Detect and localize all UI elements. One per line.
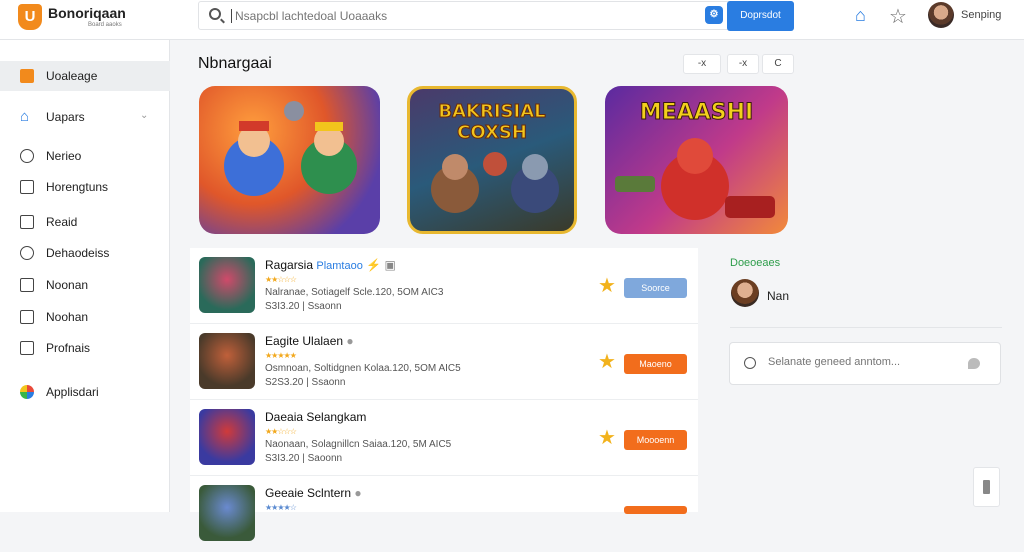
banner-art — [431, 152, 559, 213]
search-input[interactable] — [235, 8, 655, 24]
sidebar-item-7[interactable]: Noohan — [0, 302, 170, 332]
sidebar-item-label: Dehaodeiss — [46, 246, 110, 260]
app-meta-secondary: S3I3.20 | Ssaonn — [265, 301, 342, 312]
refresh-button[interactable]: C — [762, 54, 794, 74]
scroll-widget[interactable] — [973, 467, 1000, 507]
comment-box — [729, 342, 1001, 385]
featured-banner-1[interactable] — [199, 86, 380, 234]
list-item[interactable]: Ragarsia Plamtaoo ⚡ ▣ ★★☆☆☆ Nalranae, So… — [190, 248, 698, 324]
sidebar-item-2[interactable]: Nerieo — [0, 141, 170, 171]
sidebar-item-label: Uoaleage — [46, 69, 98, 83]
brand-subtitle: Board aaoks — [88, 22, 122, 28]
favorite-star-icon[interactable]: ★ — [598, 428, 616, 448]
section-title: Doeoeaes — [730, 257, 781, 269]
app-title: Eagite Ulalaen ● — [265, 334, 354, 348]
rating-stars: ★★☆☆☆ — [265, 275, 297, 284]
app-title: Geeaie Sclntern ● — [265, 486, 362, 500]
app-logo[interactable]: U — [18, 4, 42, 30]
sidebar-item-label: Profnais — [46, 341, 91, 355]
divider — [730, 327, 1002, 328]
filter-icon[interactable]: ⚙ — [705, 6, 723, 24]
app-thumbnail — [199, 257, 255, 313]
globe-icon — [20, 385, 34, 399]
rating-stars: ★★★★★ — [265, 351, 297, 360]
list-item[interactable]: Eagite Ulalaen ● ★★★★★ Osmnoan, Soltidgn… — [190, 324, 698, 400]
comment-input[interactable] — [768, 356, 958, 368]
app-thumbnail — [199, 409, 255, 465]
sidebar-item-label: Reaid — [46, 215, 78, 229]
install-button[interactable]: Soorce — [624, 278, 687, 298]
user-name[interactable]: Senping — [961, 9, 1001, 21]
home-icon[interactable]: ⌂ — [855, 6, 875, 24]
sidebar-item-8[interactable]: Profnais — [0, 333, 170, 363]
avatar[interactable] — [928, 2, 954, 28]
banner-art — [615, 138, 775, 220]
brand-name: Bonoriqaan — [48, 5, 126, 21]
app-meta-secondary: S3I3.20 | Saoonn — [265, 453, 343, 464]
app-title: Daeaia Selangkam — [265, 410, 367, 424]
search-bar: ⚙ Doprsdot — [198, 1, 794, 31]
sidebar-item-label: Noohan — [46, 310, 89, 324]
control-button-1[interactable]: -x — [683, 54, 721, 74]
app-title: Ragarsia Plamtaoo ⚡ ▣ — [265, 258, 396, 272]
search-icon — [209, 8, 221, 20]
rating-stars: ★★☆☆☆ — [265, 427, 297, 436]
user-name: Nan — [767, 289, 790, 303]
list-icon — [20, 310, 34, 324]
app-thumbnail — [199, 333, 255, 389]
rating-stars: ★★★★☆ — [265, 503, 297, 512]
avatar[interactable] — [731, 279, 759, 307]
list-icon — [20, 341, 34, 355]
app-meta: Nalranae, Sotiagelf Scle.120, 5OM AIC3 — [265, 287, 444, 298]
control-button-2[interactable]: -x — [727, 54, 759, 74]
favorite-star-icon[interactable]: ★ — [598, 352, 616, 372]
chat-icon[interactable] — [968, 358, 980, 369]
app-meta-secondary: S2S3.20 | Ssaonn — [265, 377, 346, 388]
page-title: Nbnargaai — [198, 55, 272, 72]
sidebar-item-label: Uapars — [46, 110, 85, 124]
chevron-icon[interactable]: ⌄ — [140, 110, 148, 121]
app-meta: Naonaan, Solagnillcn Saiaa.120, 5M AIC5 — [265, 439, 452, 450]
sidebar-item-0[interactable]: Uoaleage — [0, 61, 170, 91]
sidebar-item-1[interactable]: ⌂ Uapars ⌄ — [0, 102, 170, 132]
search-button[interactable]: Doprsdot — [727, 1, 794, 31]
sidebar-item-6[interactable]: Noonan — [0, 270, 170, 300]
sidebar-item-label: Noonan — [46, 278, 89, 292]
install-button[interactable]: Maoeno — [624, 354, 687, 374]
search-icon — [744, 357, 756, 369]
install-button[interactable]: Moooenn — [624, 430, 687, 450]
circle-icon — [20, 149, 34, 163]
sidebar-item-label: Nerieo — [46, 149, 82, 163]
app-meta: Osmnoan, Soltidgnen Kolaa.120, 5OM AIC5 — [265, 363, 461, 374]
sidebar-item-3[interactable]: Horengtuns — [0, 172, 170, 202]
list-item[interactable]: Geeaie Sclntern ● ★★★★☆ — [190, 476, 698, 552]
star-icon[interactable]: ☆ — [889, 4, 907, 29]
home-icon: ⌂ — [20, 108, 30, 125]
sidebar-item-5[interactable]: Dehaodeiss — [0, 238, 170, 268]
app-thumbnail — [199, 485, 255, 541]
sidebar-item-4[interactable]: Reaid — [0, 207, 170, 237]
list-item[interactable]: Daeaia Selangkam ★★☆☆☆ Naonaan, Solagnil… — [190, 400, 698, 476]
sidebar: Uoaleage ⌂ Uapars ⌄ Nerieo Horengtuns Re… — [0, 40, 170, 512]
app-list: Ragarsia Plamtaoo ⚡ ▣ ★★☆☆☆ Nalranae, So… — [190, 248, 698, 541]
grid-icon — [20, 180, 34, 194]
compass-icon — [20, 246, 34, 260]
sidebar-item-label: Applisdari — [46, 385, 99, 399]
favorite-star-icon[interactable]: ★ — [598, 276, 616, 296]
top-bar: U Bonoriqaan Board aaoks ⚙ Doprsdot ⌂ ☆ … — [0, 0, 1024, 40]
sidebar-item-label: Horengtuns — [46, 180, 109, 194]
sidebar-item-9[interactable]: Applisdari — [0, 377, 170, 407]
search-cursor — [231, 9, 232, 23]
box-icon — [20, 215, 34, 229]
install-button[interactable] — [624, 506, 687, 514]
featured-banner-2[interactable]: BAKRISIAL COXSH — [407, 86, 577, 234]
featured-banner-3[interactable]: MEAASHI — [605, 86, 788, 234]
app-square-icon — [20, 69, 34, 83]
banner-art — [224, 101, 357, 196]
box-icon — [20, 278, 34, 292]
